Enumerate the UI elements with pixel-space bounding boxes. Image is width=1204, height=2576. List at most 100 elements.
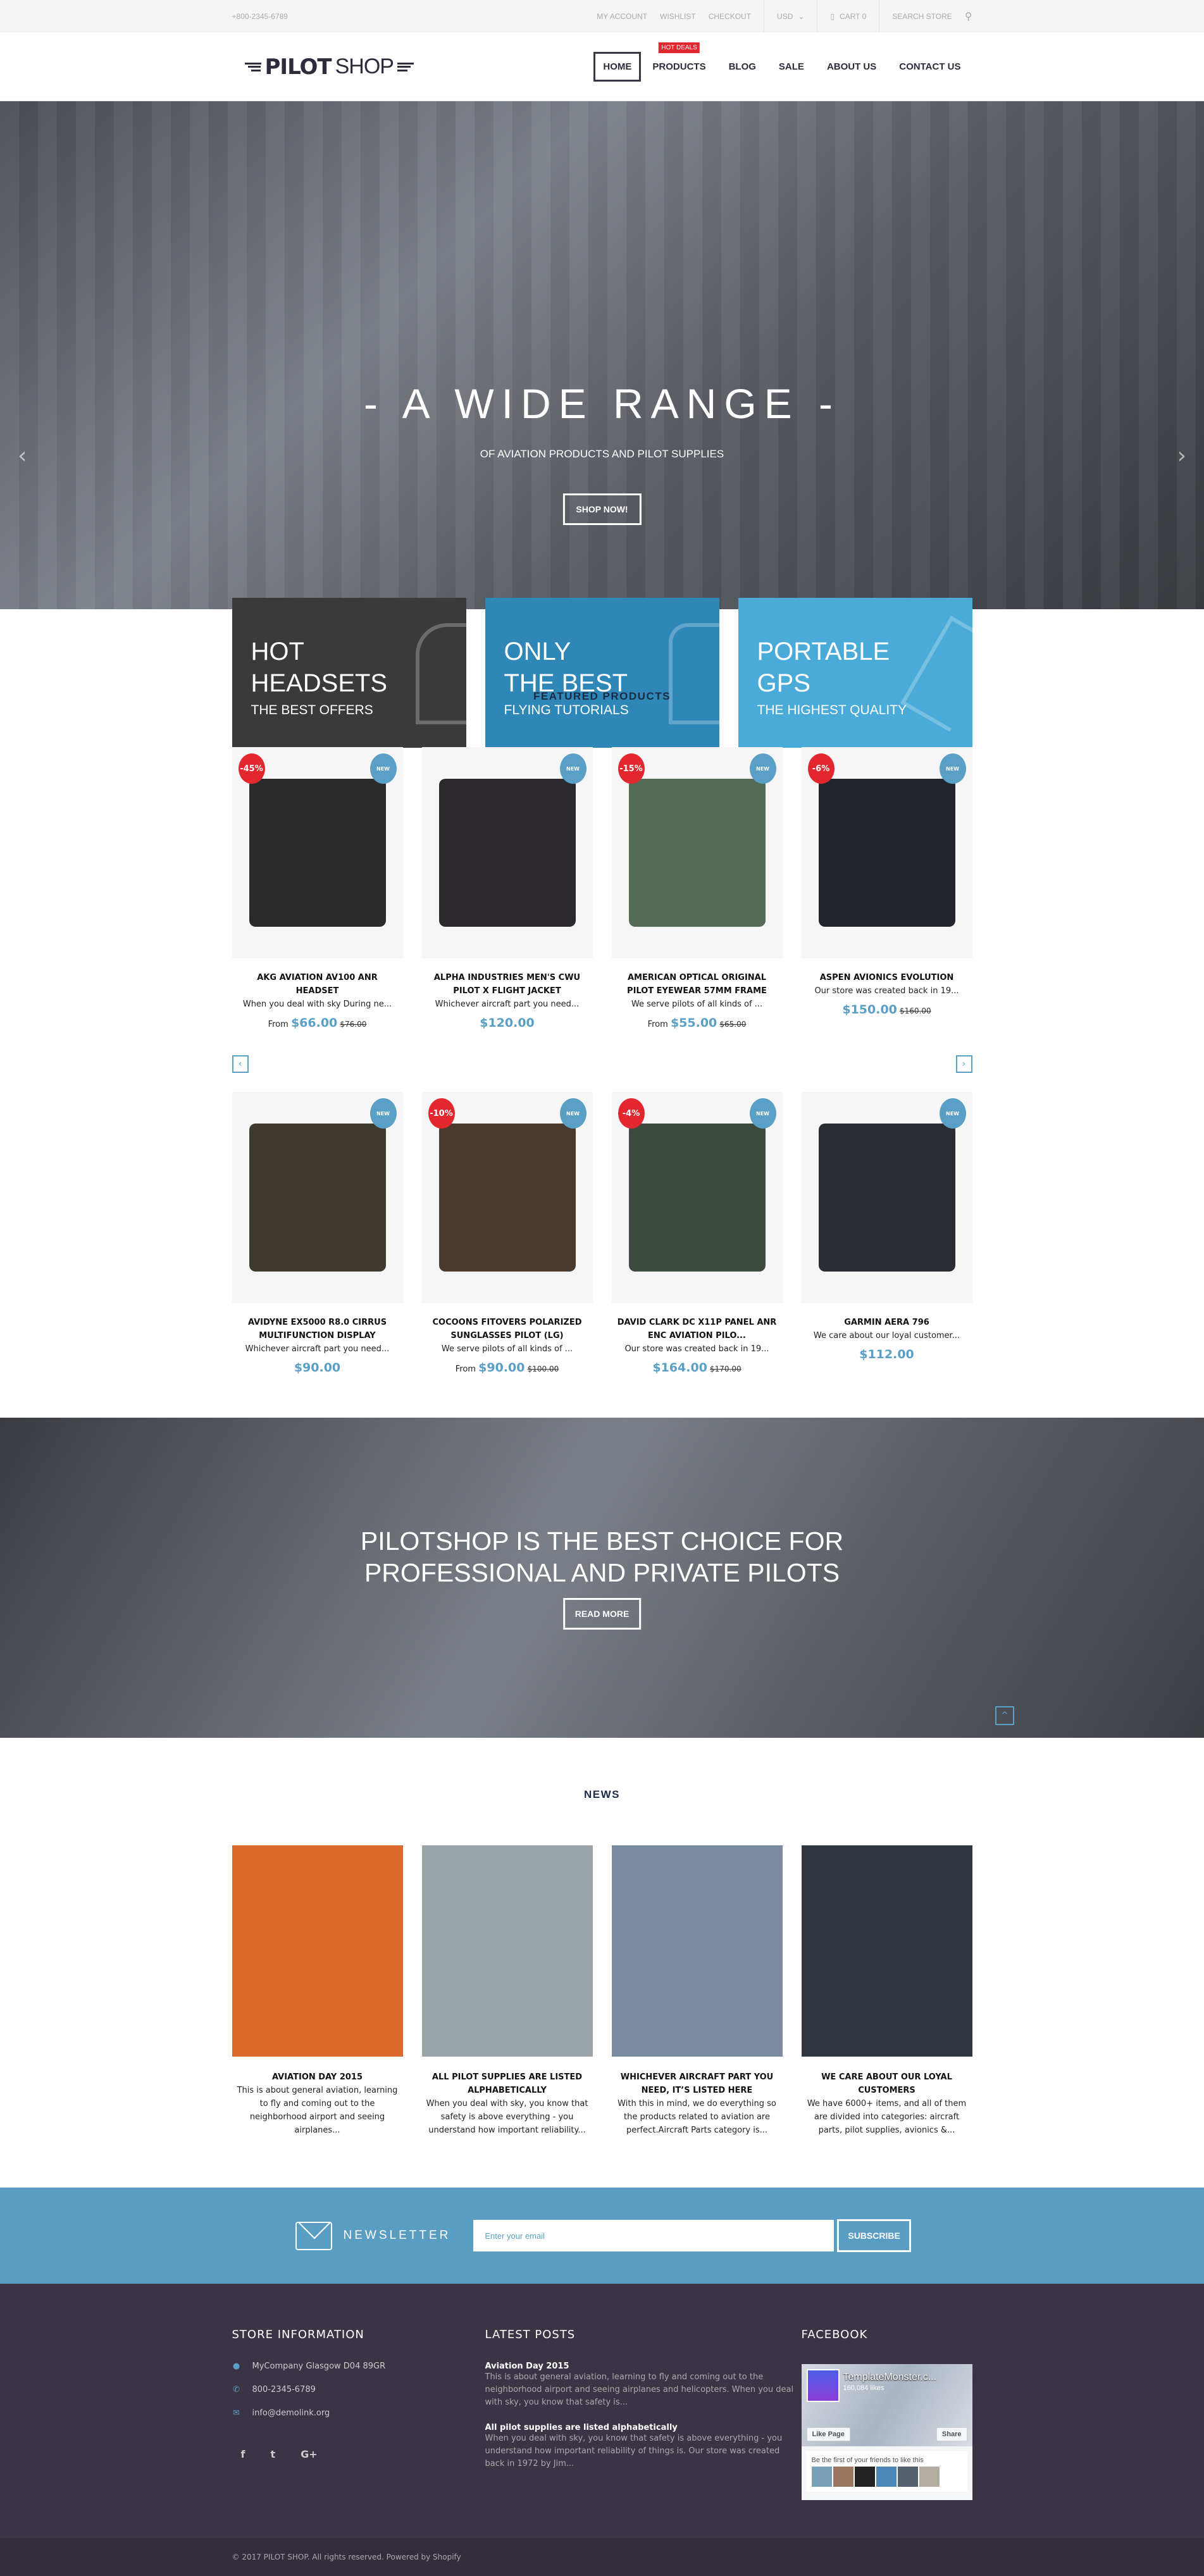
product-card[interactable]: -45% NEW AKG Aviation AV100 ANR Headset … bbox=[232, 747, 403, 1030]
product-price: $150.00 $160.00 bbox=[802, 1003, 972, 1017]
checkout-link[interactable]: Checkout bbox=[709, 12, 751, 21]
search-label: Search Store bbox=[892, 11, 952, 21]
new-badge: NEW bbox=[749, 753, 776, 784]
product-name[interactable]: Garmin Aera 796 bbox=[802, 1316, 972, 1329]
product-card[interactable]: -15% NEW American Optical Original Pilot… bbox=[611, 747, 783, 1030]
subscribe-button[interactable]: SUBSCRIBE bbox=[837, 2219, 911, 2252]
news-card[interactable]: We care about our loyal customers We hav… bbox=[801, 1845, 972, 2137]
product-name[interactable]: Cocoons Fitovers Polarized Sunglasses Pi… bbox=[422, 1316, 593, 1342]
product-image[interactable]: NEW bbox=[801, 1092, 972, 1303]
phone-row: ✆ 800-2345-6789 bbox=[232, 2385, 485, 2394]
news-image[interactable] bbox=[421, 1845, 593, 2057]
wing-left-icon bbox=[244, 62, 261, 71]
avatar[interactable] bbox=[919, 2467, 940, 2487]
nav-contact[interactable]: Contact Us bbox=[888, 53, 972, 81]
new-badge: NEW bbox=[749, 1098, 776, 1129]
search-icon[interactable]: ⚲ bbox=[965, 10, 972, 23]
news-image[interactable] bbox=[801, 1845, 972, 2057]
carousel-prev-button[interactable]: ‹ bbox=[232, 1055, 249, 1073]
header: PILOT SHOP Home HOT DEALS Products Blog Sa… bbox=[0, 32, 1204, 101]
post-title[interactable]: All pilot supplies are listed alphabetic… bbox=[485, 2423, 802, 2432]
banner-line1: PILOTSHOP IS THE BEST CHOICE FOR bbox=[360, 1526, 844, 1556]
avatar[interactable] bbox=[876, 2467, 897, 2487]
currency-value: USD bbox=[777, 11, 793, 21]
logo[interactable]: PILOT SHOP bbox=[244, 54, 414, 80]
carousel-next-button[interactable]: › bbox=[955, 1055, 972, 1073]
product-desc: We care about our loyal customer... bbox=[813, 1331, 960, 1341]
product-card[interactable]: -4% NEW David Clark DC X11P Panel ANR EN… bbox=[611, 1092, 783, 1375]
news-row: Aviation Day 2015 This is about general … bbox=[232, 1845, 972, 2137]
product-card[interactable]: NEW Avidyne EX5000 R8.0 Cirrus Multifunc… bbox=[232, 1092, 403, 1375]
avatar[interactable] bbox=[833, 2467, 853, 2487]
product-card[interactable]: NEW Garmin Aera 796 We care about our lo… bbox=[801, 1092, 972, 1375]
post-title[interactable]: Aviation Day 2015 bbox=[485, 2362, 802, 2371]
nav-home[interactable]: Home bbox=[593, 52, 642, 82]
product-name[interactable]: Alpha Industries Men's CWU Pilot X Fligh… bbox=[422, 971, 593, 998]
product-name[interactable]: Avidyne EX5000 R8.0 Cirrus Multifunction… bbox=[232, 1316, 403, 1342]
product-image[interactable]: -10% NEW bbox=[421, 1092, 593, 1303]
news-title[interactable]: Aviation Day 2015 bbox=[232, 2071, 403, 2084]
shop-now-button[interactable]: SHOP NOW! bbox=[562, 493, 642, 525]
sale-badge: -6% bbox=[807, 753, 835, 784]
nav-products[interactable]: HOT DEALS Products bbox=[641, 42, 717, 81]
news-text: With this in mind, we do everything so t… bbox=[618, 2099, 776, 2135]
product-name[interactable]: American Optical Original Pilot Eyewear … bbox=[612, 971, 783, 998]
product-desc: We serve pilots of all kinds of ... bbox=[631, 1000, 763, 1009]
back-to-top-button[interactable]: ^ bbox=[995, 1706, 1014, 1725]
product-card[interactable]: NEW Alpha Industries Men's CWU Pilot X F… bbox=[421, 747, 593, 1030]
promo-prev-icon[interactable]: ← bbox=[199, 662, 213, 681]
news-card[interactable]: All pilot supplies are listed alphabetic… bbox=[421, 1845, 593, 2137]
sale-badge: -15% bbox=[618, 753, 645, 784]
avatar[interactable] bbox=[811, 2467, 832, 2487]
nav-products-label: Products bbox=[652, 61, 706, 72]
promo-next-icon[interactable]: → bbox=[991, 662, 1005, 681]
news-title[interactable]: All pilot supplies are listed alphabetic… bbox=[422, 2071, 593, 2097]
news-text: This is about general aviation, learning… bbox=[237, 2086, 398, 2135]
avatar[interactable] bbox=[854, 2467, 875, 2487]
product-photo bbox=[628, 779, 766, 927]
avatar[interactable] bbox=[897, 2467, 918, 2487]
price-current: $112.00 bbox=[859, 1347, 914, 1361]
banner-line2: PROFESSIONAL AND PRIVATE PILOTS bbox=[364, 1558, 840, 1587]
news-title[interactable]: Whichever aircraft part you need, it’s l… bbox=[612, 2071, 783, 2097]
fb-page-name[interactable]: TemplateMonster.c... bbox=[843, 2372, 937, 2383]
product-image[interactable]: -15% NEW bbox=[611, 747, 783, 958]
cart-link[interactable]: ▯ Cart 0 bbox=[830, 12, 866, 21]
product-image[interactable]: NEW bbox=[421, 747, 593, 958]
fb-like-button[interactable]: Like Page bbox=[806, 2427, 850, 2441]
google-plus-icon[interactable]: G+ bbox=[301, 2448, 318, 2460]
read-more-button[interactable]: READ MORE bbox=[562, 1598, 642, 1630]
news-title[interactable]: We care about our loyal customers bbox=[802, 2071, 972, 2097]
product-name[interactable]: David Clark DC X11P Panel ANR ENC Aviati… bbox=[612, 1316, 783, 1342]
nav-sale[interactable]: Sale bbox=[767, 53, 816, 81]
nav-about[interactable]: About Us bbox=[816, 53, 888, 81]
new-badge: NEW bbox=[369, 753, 397, 784]
news-card[interactable]: Whichever aircraft part you need, it’s l… bbox=[611, 1845, 783, 2137]
product-image[interactable]: -6% NEW bbox=[801, 747, 972, 958]
price-from: From bbox=[268, 1020, 289, 1029]
email-link[interactable]: info@demolink.org bbox=[252, 2408, 330, 2418]
product-image[interactable]: NEW bbox=[232, 1092, 403, 1303]
facebook-icon[interactable]: f bbox=[241, 2448, 245, 2460]
news-image[interactable] bbox=[232, 1845, 403, 2057]
product-name[interactable]: Aspen Avionics Evolution bbox=[802, 971, 972, 984]
twitter-icon[interactable]: t bbox=[270, 2448, 275, 2460]
my-account-link[interactable]: My Account bbox=[597, 12, 647, 21]
product-card[interactable]: -6% NEW Aspen Avionics Evolution Our sto… bbox=[801, 747, 972, 1030]
news-image[interactable] bbox=[611, 1845, 783, 2057]
product-name[interactable]: AKG Aviation AV100 ANR Headset bbox=[232, 971, 403, 998]
product-image[interactable]: -4% NEW bbox=[611, 1092, 783, 1303]
currency-select[interactable]: USD ⌄ bbox=[777, 12, 804, 21]
email-input[interactable] bbox=[473, 2220, 835, 2251]
search-store[interactable]: Search Store ⚲ bbox=[892, 10, 972, 23]
sale-badge: -4% bbox=[618, 1098, 645, 1129]
product-image[interactable]: -45% NEW bbox=[232, 747, 403, 958]
product-price: From $55.00 $65.00 bbox=[612, 1016, 783, 1030]
price-current: $164.00 bbox=[652, 1361, 707, 1375]
fb-share-button[interactable]: Share bbox=[936, 2427, 967, 2441]
wishlist-link[interactable]: Wishlist bbox=[660, 12, 696, 21]
nav-blog[interactable]: Blog bbox=[717, 53, 767, 81]
news-card[interactable]: Aviation Day 2015 This is about general … bbox=[232, 1845, 403, 2137]
product-price: $90.00 bbox=[232, 1361, 403, 1375]
product-card[interactable]: -10% NEW Cocoons Fitovers Polarized Sung… bbox=[421, 1092, 593, 1375]
